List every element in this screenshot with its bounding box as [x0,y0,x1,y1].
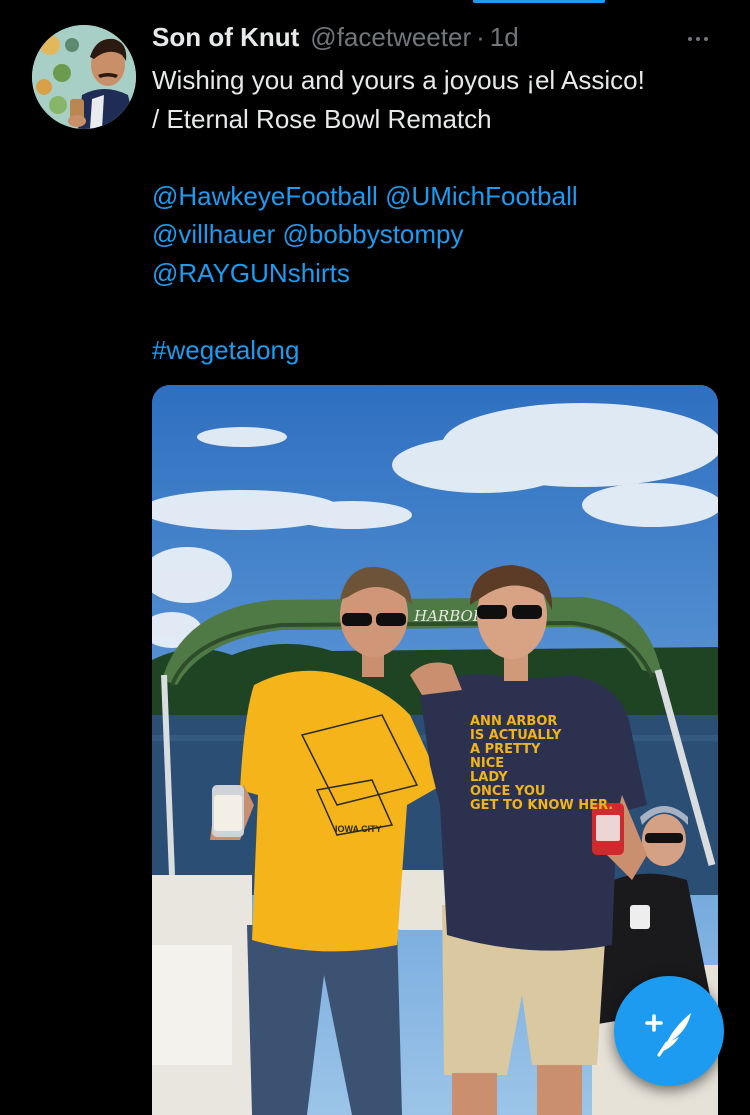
shirt-right-text: IS ACTUALLY [470,728,562,743]
shirt-right-text: GET TO KNOW HER. [470,798,613,813]
tweet-text-line: / Eternal Rose Bowl Rematch [152,103,492,134]
display-name[interactable]: Son of Knut [152,22,299,53]
separator: · [476,22,485,52]
shirt-left-text: IOWA CITY [335,824,382,834]
shirt-right-text: ONCE YOU [470,784,545,799]
tweet-text: Wishing you and yours a joyous ¡el Assic… [152,61,720,369]
mention-link[interactable]: @villhauer [152,219,275,249]
tweet-content: Son of Knut @facetweeter · 1d Wishing yo… [152,22,720,369]
shirt-right-text: NICE [470,756,504,771]
tweet-header: Son of Knut @facetweeter · 1d [152,22,720,58]
avatar[interactable] [32,25,136,129]
shirt-right-text: A PRETTY [470,742,541,757]
mention-link[interactable]: @UMichFootball [385,181,578,211]
compose-tweet-icon [645,1013,691,1057]
mention-link[interactable]: @HawkeyeFootball [152,181,378,211]
mention-link[interactable]: @bobbystompy [282,219,463,249]
mention-link[interactable]: @RAYGUNshirts [152,258,350,288]
shirt-right-text: LADY [470,770,508,785]
shirt-right-text: ANN ARBOR [470,714,557,729]
hashtag-link[interactable]: #wegetalong [152,335,299,365]
tweet[interactable]: Son of Knut @facetweeter · 1d Wishing yo… [0,0,750,1115]
compose-tweet-button[interactable] [614,976,724,1086]
more-horizontal-icon[interactable] [680,24,716,54]
timestamp[interactable]: 1d [490,22,519,53]
canopy-text: HARBOR [413,607,484,625]
user-handle[interactable]: @facetweeter [310,22,471,53]
tweet-text-line: Wishing you and yours a joyous ¡el Assic… [152,65,645,95]
